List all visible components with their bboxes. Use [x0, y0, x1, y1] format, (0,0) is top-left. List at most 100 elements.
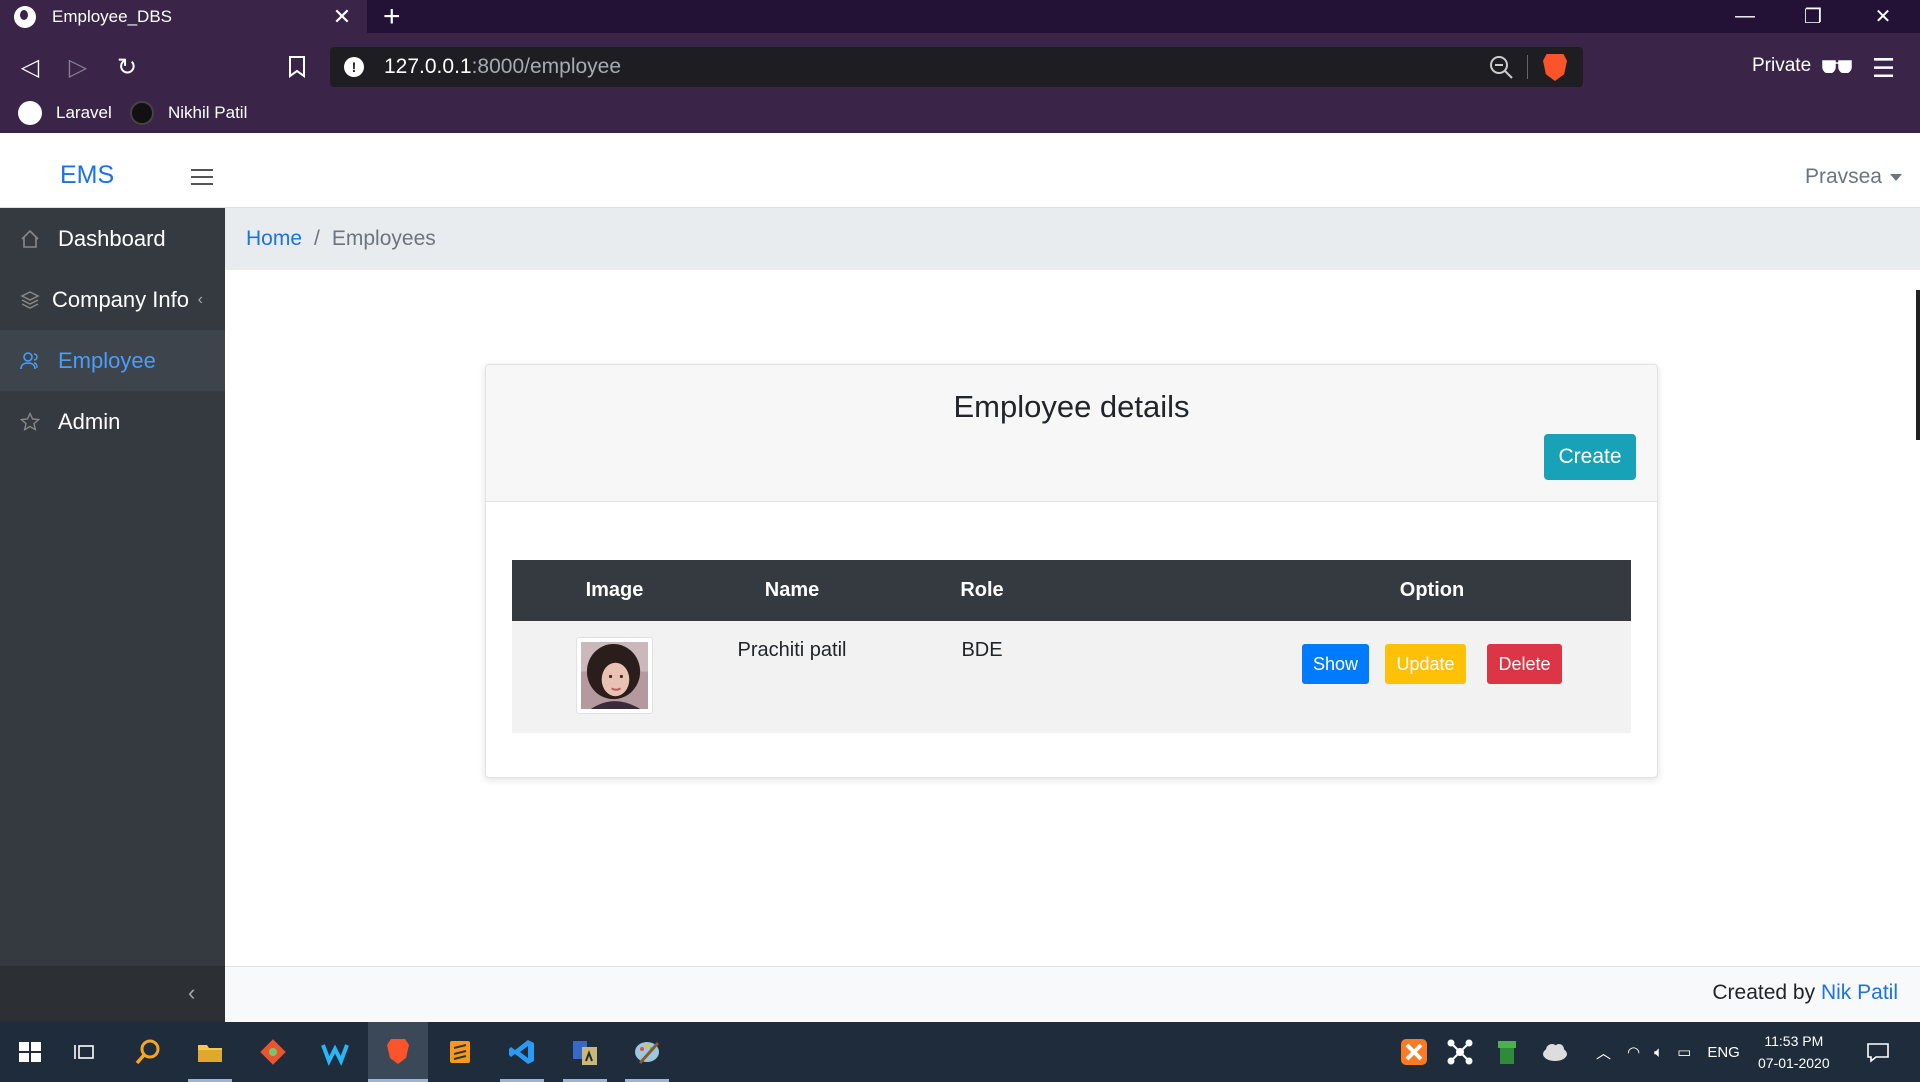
browser-tab[interactable]: Employee_DBS ✕	[0, 0, 367, 33]
volume-icon[interactable]: 🔈︎	[1654, 1044, 1663, 1061]
breadcrumb-separator: /	[314, 227, 320, 250]
windows-icon	[19, 1042, 41, 1062]
browser-toolbar: ◁ ▷ ↻ ! 127.0.0.1:8000/employee Private …	[0, 33, 1920, 133]
globe-icon	[18, 101, 42, 125]
url-path: :8000/employee	[471, 55, 622, 78]
taskbar-terminal[interactable]	[555, 1022, 615, 1082]
task-view-button[interactable]	[56, 1022, 116, 1082]
back-icon[interactable]: ◁	[14, 51, 46, 83]
taskbar-git[interactable]	[243, 1022, 303, 1082]
layers-icon	[20, 290, 40, 309]
folder-icon	[198, 1045, 222, 1062]
zoom-icon[interactable]	[1487, 53, 1515, 81]
table-header: Image Name Role Option	[512, 560, 1631, 621]
language-indicator[interactable]: ENG	[1707, 1044, 1740, 1061]
xampp-icon	[1401, 1039, 1427, 1065]
search-icon	[135, 1039, 160, 1065]
breadcrumb-current: Employees	[331, 227, 436, 250]
brand-logo-text[interactable]: EMS	[60, 161, 114, 190]
sidebar-item-company-info[interactable]: Company Info ‹	[0, 269, 225, 330]
wifi-icon[interactable]: ◠	[1627, 1043, 1640, 1061]
update-button[interactable]: Update	[1385, 644, 1466, 684]
app-footer: Created by Nik Patil	[225, 966, 1920, 1022]
sidebar-footer: ‹	[0, 966, 225, 1022]
taskbar-brave[interactable]	[368, 1022, 428, 1082]
author-link[interactable]: Nik Patil	[1821, 981, 1898, 1004]
molecule-icon	[1447, 1039, 1473, 1065]
footer-credit: Created by Nik Patil	[1712, 981, 1898, 1005]
star-icon	[20, 411, 40, 431]
taskbar-wix[interactable]	[305, 1022, 365, 1082]
bookmark-icon[interactable]	[281, 51, 313, 83]
chevron-left-icon: ‹	[197, 291, 203, 308]
pipe-icon	[1498, 1041, 1516, 1064]
forward-icon[interactable]: ▷	[62, 51, 94, 83]
breadcrumb: Home / Employees	[225, 208, 1920, 270]
taskbar-paint[interactable]	[617, 1022, 677, 1082]
table-row: Prachiti patil BDE Show Update Delete	[512, 621, 1631, 733]
taskbar-file-explorer[interactable]	[180, 1022, 240, 1082]
delete-button[interactable]: Delete	[1487, 644, 1562, 684]
battery-icon[interactable]: ▭	[1677, 1043, 1691, 1061]
employee-name: Prachiti patil	[737, 639, 847, 661]
bookmark-laravel[interactable]: Laravel	[18, 101, 112, 125]
notifications-button[interactable]	[1848, 1022, 1908, 1082]
vscode-icon	[509, 1040, 534, 1064]
address-separator	[1527, 55, 1528, 79]
windows-taskbar: ︿ ◠ 🔈︎ ▭ ENG 11:53 PM 07-01-2020	[0, 1022, 1920, 1082]
avatar	[576, 637, 653, 714]
column-header-image: Image	[585, 579, 644, 601]
employee-photo	[581, 642, 648, 709]
terminal-icon	[573, 1041, 597, 1065]
reload-icon[interactable]: ↻	[111, 51, 143, 83]
clock-date: 07-01-2020	[1758, 1055, 1830, 1071]
brave-shields-icon[interactable]	[1543, 54, 1567, 81]
start-button[interactable]	[0, 1022, 60, 1082]
user-name: Pravsea	[1804, 165, 1882, 188]
w-app-icon	[321, 1044, 349, 1066]
minimize-icon[interactable]: —	[1717, 0, 1773, 33]
show-hidden-icons-icon[interactable]: ︿	[1596, 1042, 1611, 1063]
taskbar-sublime[interactable]	[430, 1022, 490, 1082]
search-button[interactable]	[118, 1022, 178, 1082]
brave-icon	[387, 1038, 409, 1064]
users-icon	[20, 351, 38, 369]
taskbar-vscode[interactable]	[492, 1022, 552, 1082]
bookmark-nikhil-patil[interactable]: Nikhil Patil	[130, 101, 247, 125]
app-header: EMS Pravsea	[0, 145, 1920, 208]
menu-toggle-icon[interactable]	[191, 169, 213, 185]
create-button[interactable]: Create	[1544, 434, 1636, 480]
scrollbar[interactable]	[1916, 290, 1920, 440]
private-glasses-icon	[1822, 60, 1852, 73]
sidebar-item-employee[interactable]: Employee	[0, 330, 225, 391]
notification-icon	[1867, 1043, 1889, 1063]
clock-time: 11:53 PM	[1764, 1033, 1824, 1049]
info-icon[interactable]: !	[344, 57, 364, 77]
address-bar[interactable]: ! 127.0.0.1:8000/employee	[330, 47, 1583, 87]
browser-tab-bar: Employee_DBS ✕ + — ❐ ✕	[0, 0, 1920, 33]
browser-menu-icon[interactable]: ☰	[1872, 53, 1895, 84]
tray-icons: ︿ ◠ 🔈︎ ▭ ENG	[1596, 1022, 1740, 1082]
user-dropdown[interactable]: Pravsea	[1805, 165, 1902, 189]
sidebar-item-label: Admin	[58, 408, 121, 434]
employee-role: BDE	[961, 639, 1003, 661]
sidebar-item-label: Dashboard	[58, 225, 166, 251]
restore-icon[interactable]: ❐	[1785, 0, 1841, 33]
sidebar-item-dashboard[interactable]: Dashboard	[0, 208, 225, 269]
close-window-icon[interactable]: ✕	[1855, 0, 1911, 33]
new-tab-button[interactable]: +	[383, 0, 401, 33]
show-button[interactable]: Show	[1302, 644, 1369, 684]
tray-cloud[interactable]	[1525, 1022, 1585, 1082]
github-icon	[130, 101, 154, 125]
home-icon	[21, 229, 39, 248]
breadcrumb-home-link[interactable]: Home	[246, 227, 302, 251]
task-view-icon	[74, 1045, 94, 1059]
collapse-sidebar-icon[interactable]: ‹	[188, 980, 195, 1006]
employee-card: Employee details Create Image Name Role …	[485, 364, 1658, 778]
page-title: Employee details	[953, 389, 1190, 424]
private-label: Private	[1752, 55, 1812, 76]
sidebar-item-admin[interactable]: Admin	[0, 391, 225, 452]
clock[interactable]: 11:53 PM 07-01-2020	[1758, 1030, 1830, 1074]
sidebar: Dashboard Company Info ‹ Employee Admin …	[0, 208, 225, 1022]
close-tab-icon[interactable]: ✕	[331, 4, 353, 30]
